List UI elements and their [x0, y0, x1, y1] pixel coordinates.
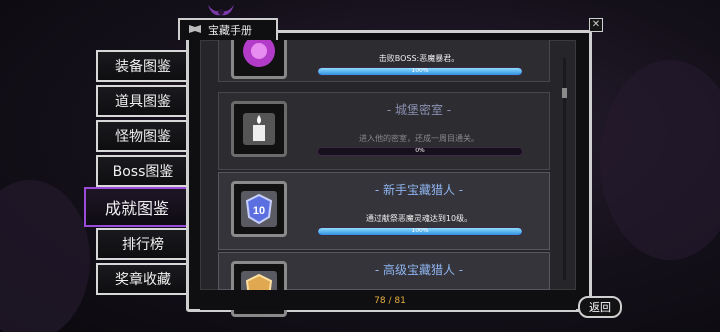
- back-button[interactable]: 返回: [578, 296, 622, 318]
- achievement-description: 进入他的密室，还成一周目通关。: [359, 134, 479, 143]
- progress-label: 100%: [411, 227, 429, 234]
- achievement-title: - 城堡密室 -: [386, 103, 452, 117]
- level-10-shield-icon: 10: [231, 181, 287, 237]
- candle-icon: [231, 101, 287, 157]
- tab-leaderboard[interactable]: 排行榜: [96, 228, 188, 260]
- achievement-title: - 高级宝藏猎人 -: [374, 263, 464, 277]
- tab-achievements[interactable]: 成就图鉴: [84, 187, 188, 227]
- achievement-description: 通过献祭恶魔灵魂达到10级。: [365, 214, 473, 223]
- tab-equipment[interactable]: 装备图鉴: [96, 50, 188, 82]
- achievement-entry[interactable]: 10 - 新手宝藏猎人 - 通过献祭恶魔灵魂达到10级。 100%: [218, 172, 550, 250]
- achievement-progress-bar: 100%: [317, 67, 523, 76]
- tab-items[interactable]: 道具图鉴: [96, 85, 188, 117]
- achievement-progress-bar: 100%: [317, 227, 523, 236]
- tab-monsters[interactable]: 怪物图鉴: [96, 120, 188, 152]
- achievement-title: - 新手宝藏猎人 -: [374, 183, 464, 197]
- window-title-tab: 宝藏手册: [178, 18, 278, 40]
- book-icon: [188, 24, 202, 37]
- tab-boss[interactable]: Boss图鉴: [96, 155, 188, 187]
- achievement-entry[interactable]: - 城堡密室 - 进入他的密室，还成一周目通关。 0%: [218, 92, 550, 170]
- demon-emblem-icon: [206, 3, 236, 19]
- achievement-progress-bar: 0%: [317, 147, 523, 156]
- svg-text:10: 10: [253, 205, 265, 217]
- close-icon[interactable]: ✕: [589, 18, 603, 32]
- achievement-description: 击败BOSS:恶魔暴君。: [378, 54, 460, 63]
- background-shape: [600, 60, 720, 260]
- achievement-count: 78 / 81: [374, 296, 406, 306]
- progress-label: 100%: [411, 67, 429, 74]
- scrollbar-thumb[interactable]: [562, 88, 567, 98]
- background-shape: [0, 180, 90, 332]
- tab-medals[interactable]: 奖章收藏: [96, 263, 188, 295]
- progress-label: 0%: [415, 147, 425, 154]
- window-title: 宝藏手册: [208, 24, 252, 37]
- achievement-entry[interactable]: - 高级宝藏猎人 -: [218, 252, 550, 317]
